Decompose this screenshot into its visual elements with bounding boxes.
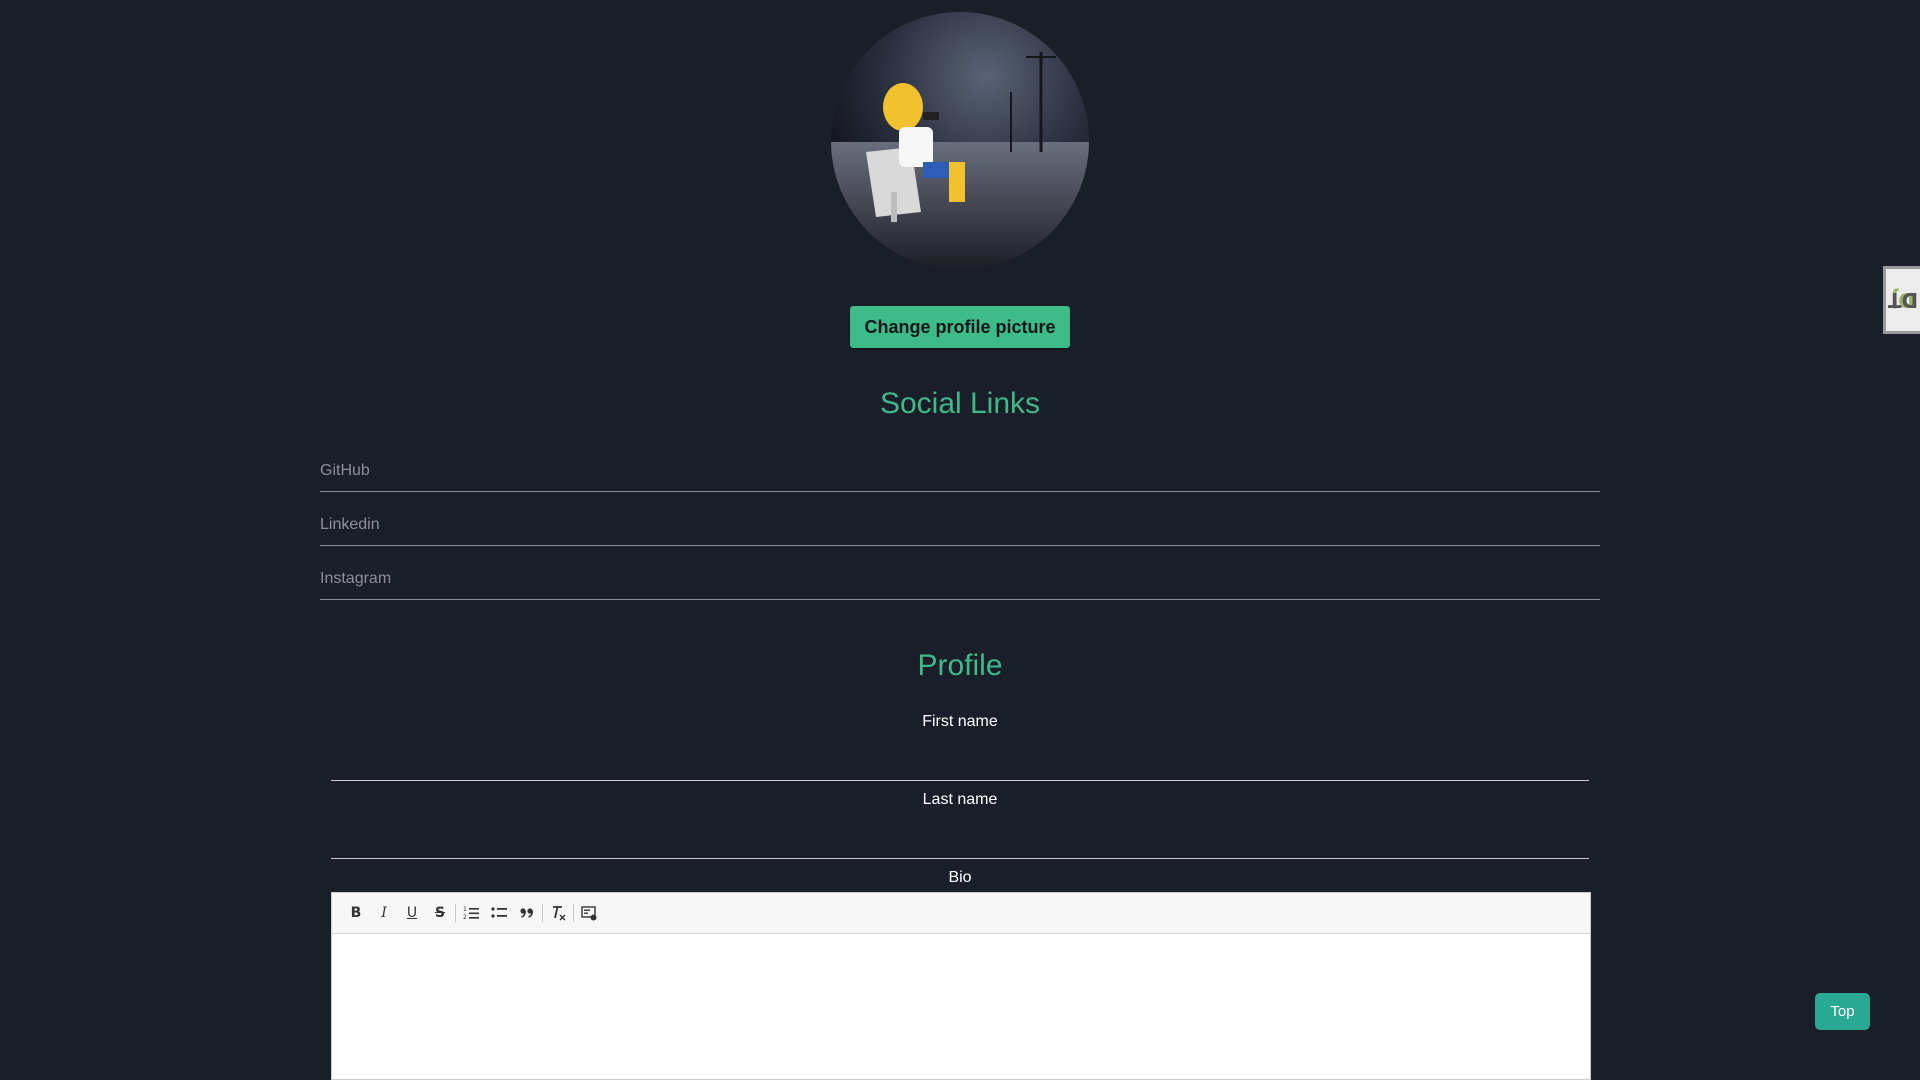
ordered-list-button[interactable]: 1 2	[457, 899, 485, 927]
change-profile-picture-button[interactable]: Change profile picture	[850, 306, 1070, 348]
quote-icon	[520, 908, 534, 918]
profile-avatar	[831, 12, 1089, 270]
profile-page: Change profile picture Social Links Prof…	[0, 0, 1920, 1080]
first-name-input[interactable]	[331, 744, 1589, 781]
bullet-list-button[interactable]	[485, 899, 513, 927]
strikethrough-button[interactable]: S	[426, 899, 454, 927]
bio-editor-content[interactable]	[332, 934, 1590, 1080]
svg-text:1: 1	[463, 906, 467, 913]
last-name-input[interactable]	[331, 822, 1589, 859]
instagram-input[interactable]	[320, 559, 1600, 600]
code-block-icon	[581, 906, 597, 921]
profile-title: Profile	[917, 649, 1003, 682]
editor-toolbar: B I U S 1 2	[332, 893, 1590, 934]
social-links-title: Social Links	[879, 387, 1041, 420]
clear-format-icon	[553, 906, 566, 921]
bio-label: Bio	[948, 869, 972, 886]
underline-button[interactable]: U	[398, 899, 426, 927]
scroll-to-top-button[interactable]: Top	[1815, 993, 1870, 1030]
avatar-image	[831, 12, 1089, 270]
bold-button[interactable]: B	[342, 899, 370, 927]
linkedin-input[interactable]	[320, 505, 1600, 546]
first-name-label: First name	[922, 713, 998, 730]
svg-text:2: 2	[463, 914, 467, 921]
code-block-button[interactable]	[575, 899, 603, 927]
toolbar-separator	[455, 904, 456, 922]
toolbar-separator	[542, 904, 543, 922]
italic-button[interactable]: I	[370, 899, 398, 927]
last-name-label: Last name	[922, 791, 998, 808]
bio-editor: B I U S 1 2	[331, 892, 1591, 1080]
blockquote-button[interactable]	[513, 899, 541, 927]
django-debug-toolbar-handle[interactable]: Dj DT	[1883, 266, 1920, 334]
clear-formatting-button[interactable]	[544, 899, 572, 927]
github-input[interactable]	[320, 451, 1600, 492]
bullet-list-icon	[491, 907, 507, 918]
toolbar-separator	[573, 904, 574, 922]
ordered-list-icon: 1 2	[463, 906, 479, 921]
